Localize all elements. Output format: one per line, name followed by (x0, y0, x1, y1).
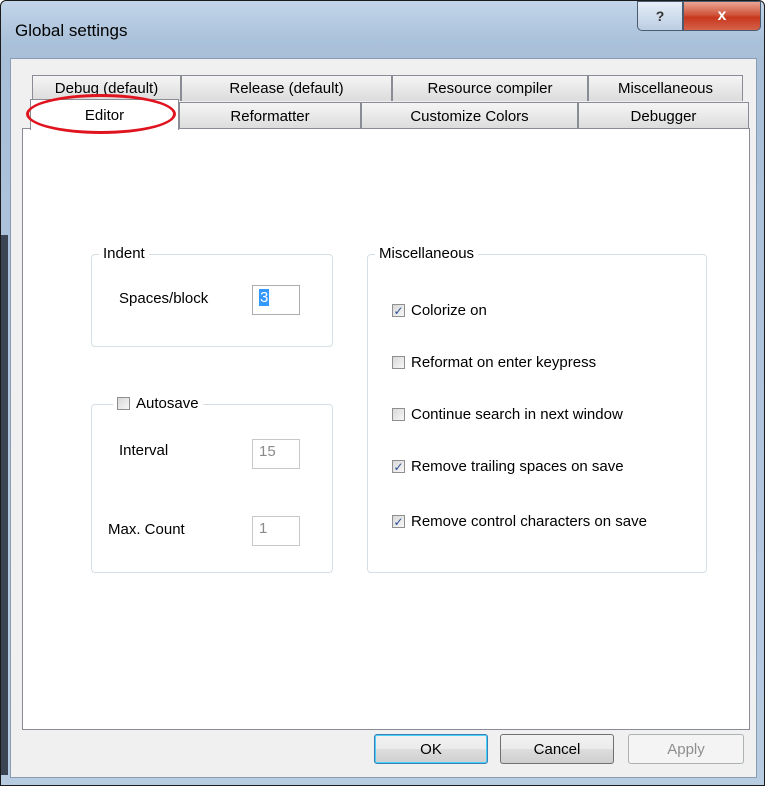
checkbox-label: Colorize on (411, 302, 487, 319)
help-icon: ? (655, 8, 665, 24)
help-button[interactable]: ? (637, 1, 683, 31)
window-frame-edge (1, 235, 8, 775)
autosave-group (91, 404, 333, 573)
tab-release-default[interactable]: Release (default) (181, 75, 392, 101)
tab-miscellaneous[interactable]: Miscellaneous (588, 75, 743, 101)
tab-label: Reformatter (230, 107, 310, 125)
tab-debugger[interactable]: Debugger (578, 102, 749, 129)
tab-reformatter[interactable]: Reformatter (179, 102, 361, 129)
miscellaneous-group-title: Miscellaneous (375, 245, 479, 262)
window-title: Global settings (15, 21, 128, 40)
tab-label: Debug (default) (54, 80, 159, 97)
spaces-per-block-value: 3 (259, 289, 270, 306)
checkbox-label: Remove trailing spaces on save (411, 458, 624, 475)
autosave-label: Autosave (136, 395, 199, 412)
checkmark-icon: ✓ (392, 514, 405, 529)
checkbox-label: Continue search in next window (411, 406, 623, 423)
tab-debug-default[interactable]: Debug (default) (32, 75, 181, 101)
checkbox-label: Reformat on enter keypress (411, 354, 597, 371)
spaces-per-block-label: Spaces/block (119, 290, 209, 307)
tab-label: Customize Colors (410, 107, 529, 125)
ok-button[interactable]: OK (374, 734, 488, 764)
tab-label: Miscellaneous (617, 80, 714, 97)
checkmark-icon: ✓ (392, 459, 405, 474)
remove-control-characters-checkbox[interactable]: ✓ Remove control characters on save (392, 513, 647, 530)
colorize-on-checkbox[interactable]: ✓ Colorize on (392, 302, 487, 319)
checkbox-box (392, 356, 405, 369)
max-count-input[interactable]: 1 (252, 516, 300, 546)
close-icon: x (717, 7, 727, 24)
spaces-per-block-input[interactable]: 3 (252, 285, 300, 315)
tab-resource-compiler[interactable]: Resource compiler (392, 75, 588, 101)
title-bar[interactable]: Global settings ? x (1, 1, 764, 57)
tab-label: Release (default) (229, 80, 344, 97)
max-count-label: Max. Count (108, 521, 185, 538)
global-settings-window: Global settings ? x Debug (default) Rele… (0, 0, 765, 786)
tab-label: Debugger (630, 107, 697, 125)
continue-search-checkbox[interactable]: Continue search in next window (392, 406, 623, 423)
tab-label: Editor (84, 106, 125, 124)
checkbox-box (392, 408, 405, 421)
apply-button[interactable]: Apply (628, 734, 744, 764)
autosave-checkbox[interactable]: Autosave (113, 395, 203, 412)
reformat-on-enter-checkbox[interactable]: Reformat on enter keypress (392, 354, 596, 371)
tab-label: Resource compiler (427, 80, 553, 97)
autosave-checkbox-box (117, 397, 130, 410)
tab-customize-colors[interactable]: Customize Colors (361, 102, 578, 129)
checkbox-label: Remove control characters on save (411, 513, 647, 530)
indent-group-title: Indent (99, 245, 149, 262)
interval-input[interactable]: 15 (252, 439, 300, 469)
tab-editor[interactable]: Editor (30, 99, 179, 130)
interval-label: Interval (119, 442, 169, 459)
checkmark-icon: ✓ (392, 303, 405, 318)
cancel-button[interactable]: Cancel (500, 734, 614, 764)
remove-trailing-spaces-checkbox[interactable]: ✓ Remove trailing spaces on save (392, 458, 624, 475)
close-button[interactable]: x (683, 1, 761, 31)
